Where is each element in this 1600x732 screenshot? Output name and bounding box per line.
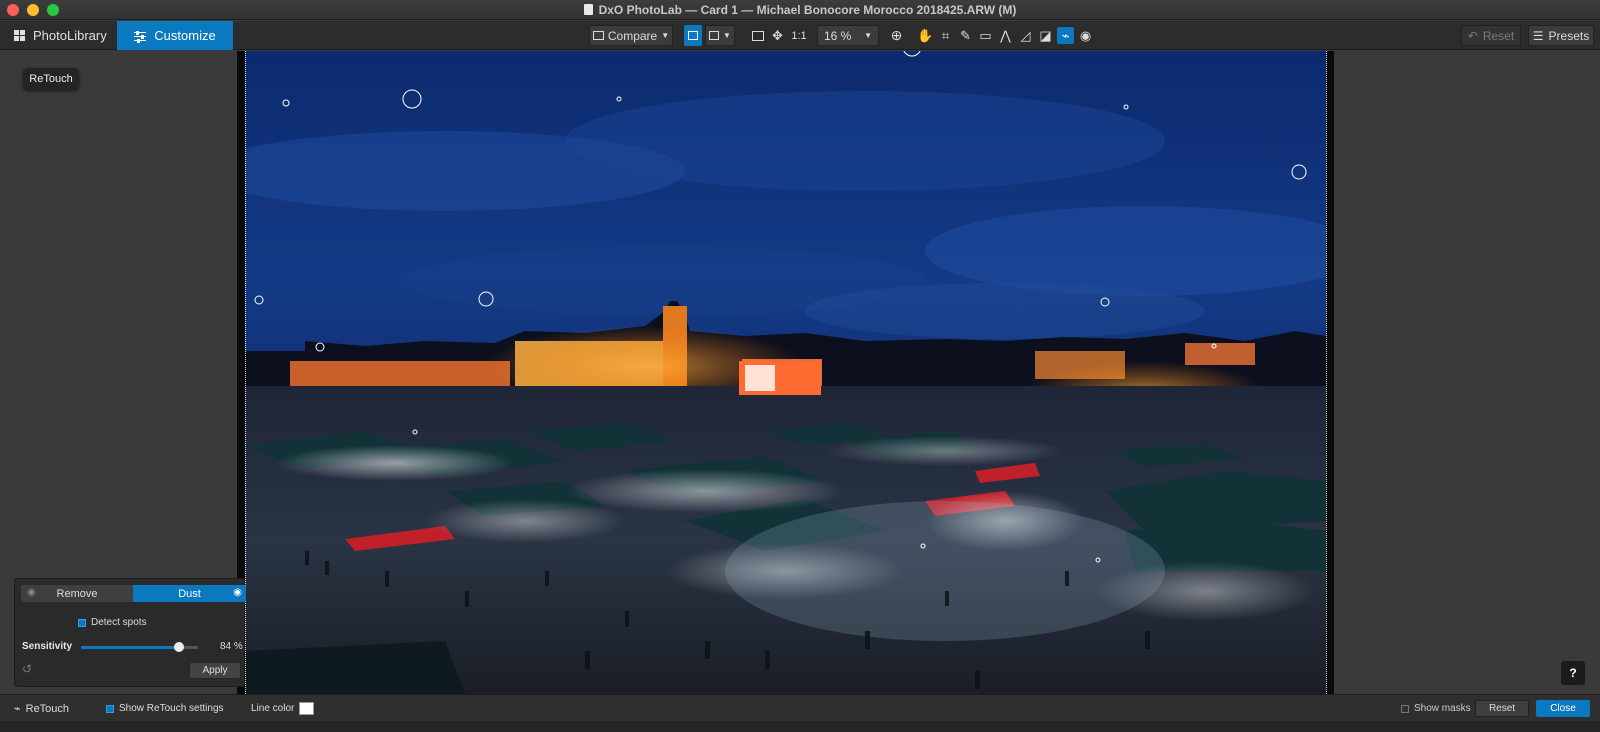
close-button[interactable]: Close [1536,700,1590,717]
help-button[interactable]: ? [1561,661,1585,685]
retouch-mode-toggle: ◉ Remove Dust ◉ [21,585,246,602]
undo-icon[interactable]: ↺ [22,662,32,676]
reset-top-label: Reset [1482,28,1515,43]
tab-customize-label: Customize [154,28,216,43]
photo-image [245,51,1326,694]
detect-spots-label: Detect spots [91,617,147,628]
eye-icon[interactable]: ◉ [1077,27,1094,44]
compare-icon [592,31,604,40]
show-masks-label: Show masks [1414,703,1471,714]
split-view-icon [709,31,720,40]
tab-customize[interactable]: Customize [117,21,233,50]
undo-icon: ↶ [1467,28,1478,43]
title-bar: DxO PhotoLab — Card 1 — Michael Bonocore… [0,0,1600,20]
show-retouch-settings-checkbox[interactable]: Show ReTouch settings [106,695,224,722]
retouch-palette: ◉ Remove Dust ◉ Detect spots Sensitivity… [14,578,246,687]
single-view-button[interactable] [684,25,702,46]
sensitivity-value: 84 % [220,641,243,652]
retouch-tool-icon[interactable]: ⌁ [1057,27,1074,44]
local-adjustments-icon[interactable]: ◪ [1037,27,1054,44]
window-title: DxO PhotoLab — Card 1 — Michael Bonocore… [598,2,1017,17]
retouch-tooltip: ReTouch [23,68,79,90]
line-color-control: Line color [251,695,315,722]
main-toolbar: PhotoLibrary Customize Compare ▼ ▼ ✥ 1:1 [0,21,1600,50]
sensitivity-slider-handle[interactable] [174,642,185,652]
active-tool-indicator: ⌁ ReTouch [14,695,69,722]
checkbox-checked[interactable] [106,704,114,713]
line-color-swatch[interactable] [299,702,315,715]
dust-mode-button[interactable]: Dust ◉ [133,585,246,602]
apply-button[interactable]: Apply [189,662,241,679]
horizon-icon[interactable]: ▭ [977,27,994,44]
eye-icon[interactable]: ◉ [27,587,36,598]
checkbox-unchecked[interactable] [1401,704,1409,713]
eye-icon[interactable]: ◉ [233,587,242,598]
fit-screen-icon[interactable] [749,27,766,44]
line-color-label: Line color [251,703,295,714]
presets-button[interactable]: ☰ Presets [1528,25,1594,46]
presets-label: Presets [1548,28,1590,43]
retouch-tool-icon: ⌁ [14,703,21,715]
hand-icon[interactable]: ✋ [917,27,934,44]
crop-icon[interactable]: ⌗ [937,27,954,44]
show-retouch-settings-label: Show ReTouch settings [119,703,224,714]
document-icon [583,4,593,15]
detect-spots-checkbox[interactable]: Detect spots [78,617,147,628]
sensitivity-label: Sensitivity [22,641,73,652]
zoom-select[interactable]: 16 % ▼ [817,25,879,46]
sliders-icon [134,30,147,43]
bottom-bar: ⌁ ReTouch Show ReTouch settings Line col… [0,694,1600,721]
reset-button-top[interactable]: ↶ Reset [1461,25,1521,46]
window-title-wrap: DxO PhotoLab — Card 1 — Michael Bonocore… [583,2,1017,17]
crop-boundary-right [1326,51,1327,694]
single-view-icon [688,31,698,40]
move-icon[interactable]: ✥ [769,27,786,44]
zoom-value: 16 % [824,28,852,43]
compare-button[interactable]: Compare ▼ [589,25,673,46]
remove-label: Remove [56,587,98,600]
chevron-down-icon: ▼ [661,31,670,40]
image-viewer[interactable] [237,51,1334,694]
right-panel [1334,51,1600,694]
eyedropper-icon[interactable]: ✎ [957,27,974,44]
chevron-down-icon: ▼ [864,31,872,40]
sensitivity-slider[interactable] [81,642,198,652]
split-view-button[interactable]: ▼ [705,25,735,46]
sensitivity-slider-fill [81,646,180,649]
show-masks-checkbox[interactable]: Show masks [1401,695,1471,722]
active-tool-label: ReTouch [25,702,70,715]
checkbox-checked[interactable] [78,618,86,627]
tab-photolibrary[interactable]: PhotoLibrary [0,21,117,50]
dust-label: Dust [178,587,201,600]
window-controls [7,4,59,16]
zoom-in-icon[interactable]: ⊕ [888,27,905,44]
tab-photolibrary-label: PhotoLibrary [33,28,107,43]
close-window-button[interactable] [7,4,19,16]
one-to-one-button[interactable]: 1:1 [788,27,810,44]
presets-icon: ☰ [1532,28,1544,43]
compare-label: Compare [607,28,658,43]
footer-strip [0,721,1600,732]
volume-deformation-icon[interactable]: ◿ [1017,27,1034,44]
minimize-window-button[interactable] [27,4,39,16]
grid-icon [14,30,25,41]
app-window: DxO PhotoLab — Card 1 — Michael Bonocore… [0,0,1600,732]
maximize-window-button[interactable] [47,4,59,16]
perspective-icon[interactable]: ⋀ [997,27,1014,44]
remove-mode-button[interactable]: ◉ Remove [21,585,133,602]
photo-canvas[interactable] [245,51,1326,694]
reset-button[interactable]: Reset [1475,700,1529,717]
chevron-down-icon: ▼ [723,31,731,40]
